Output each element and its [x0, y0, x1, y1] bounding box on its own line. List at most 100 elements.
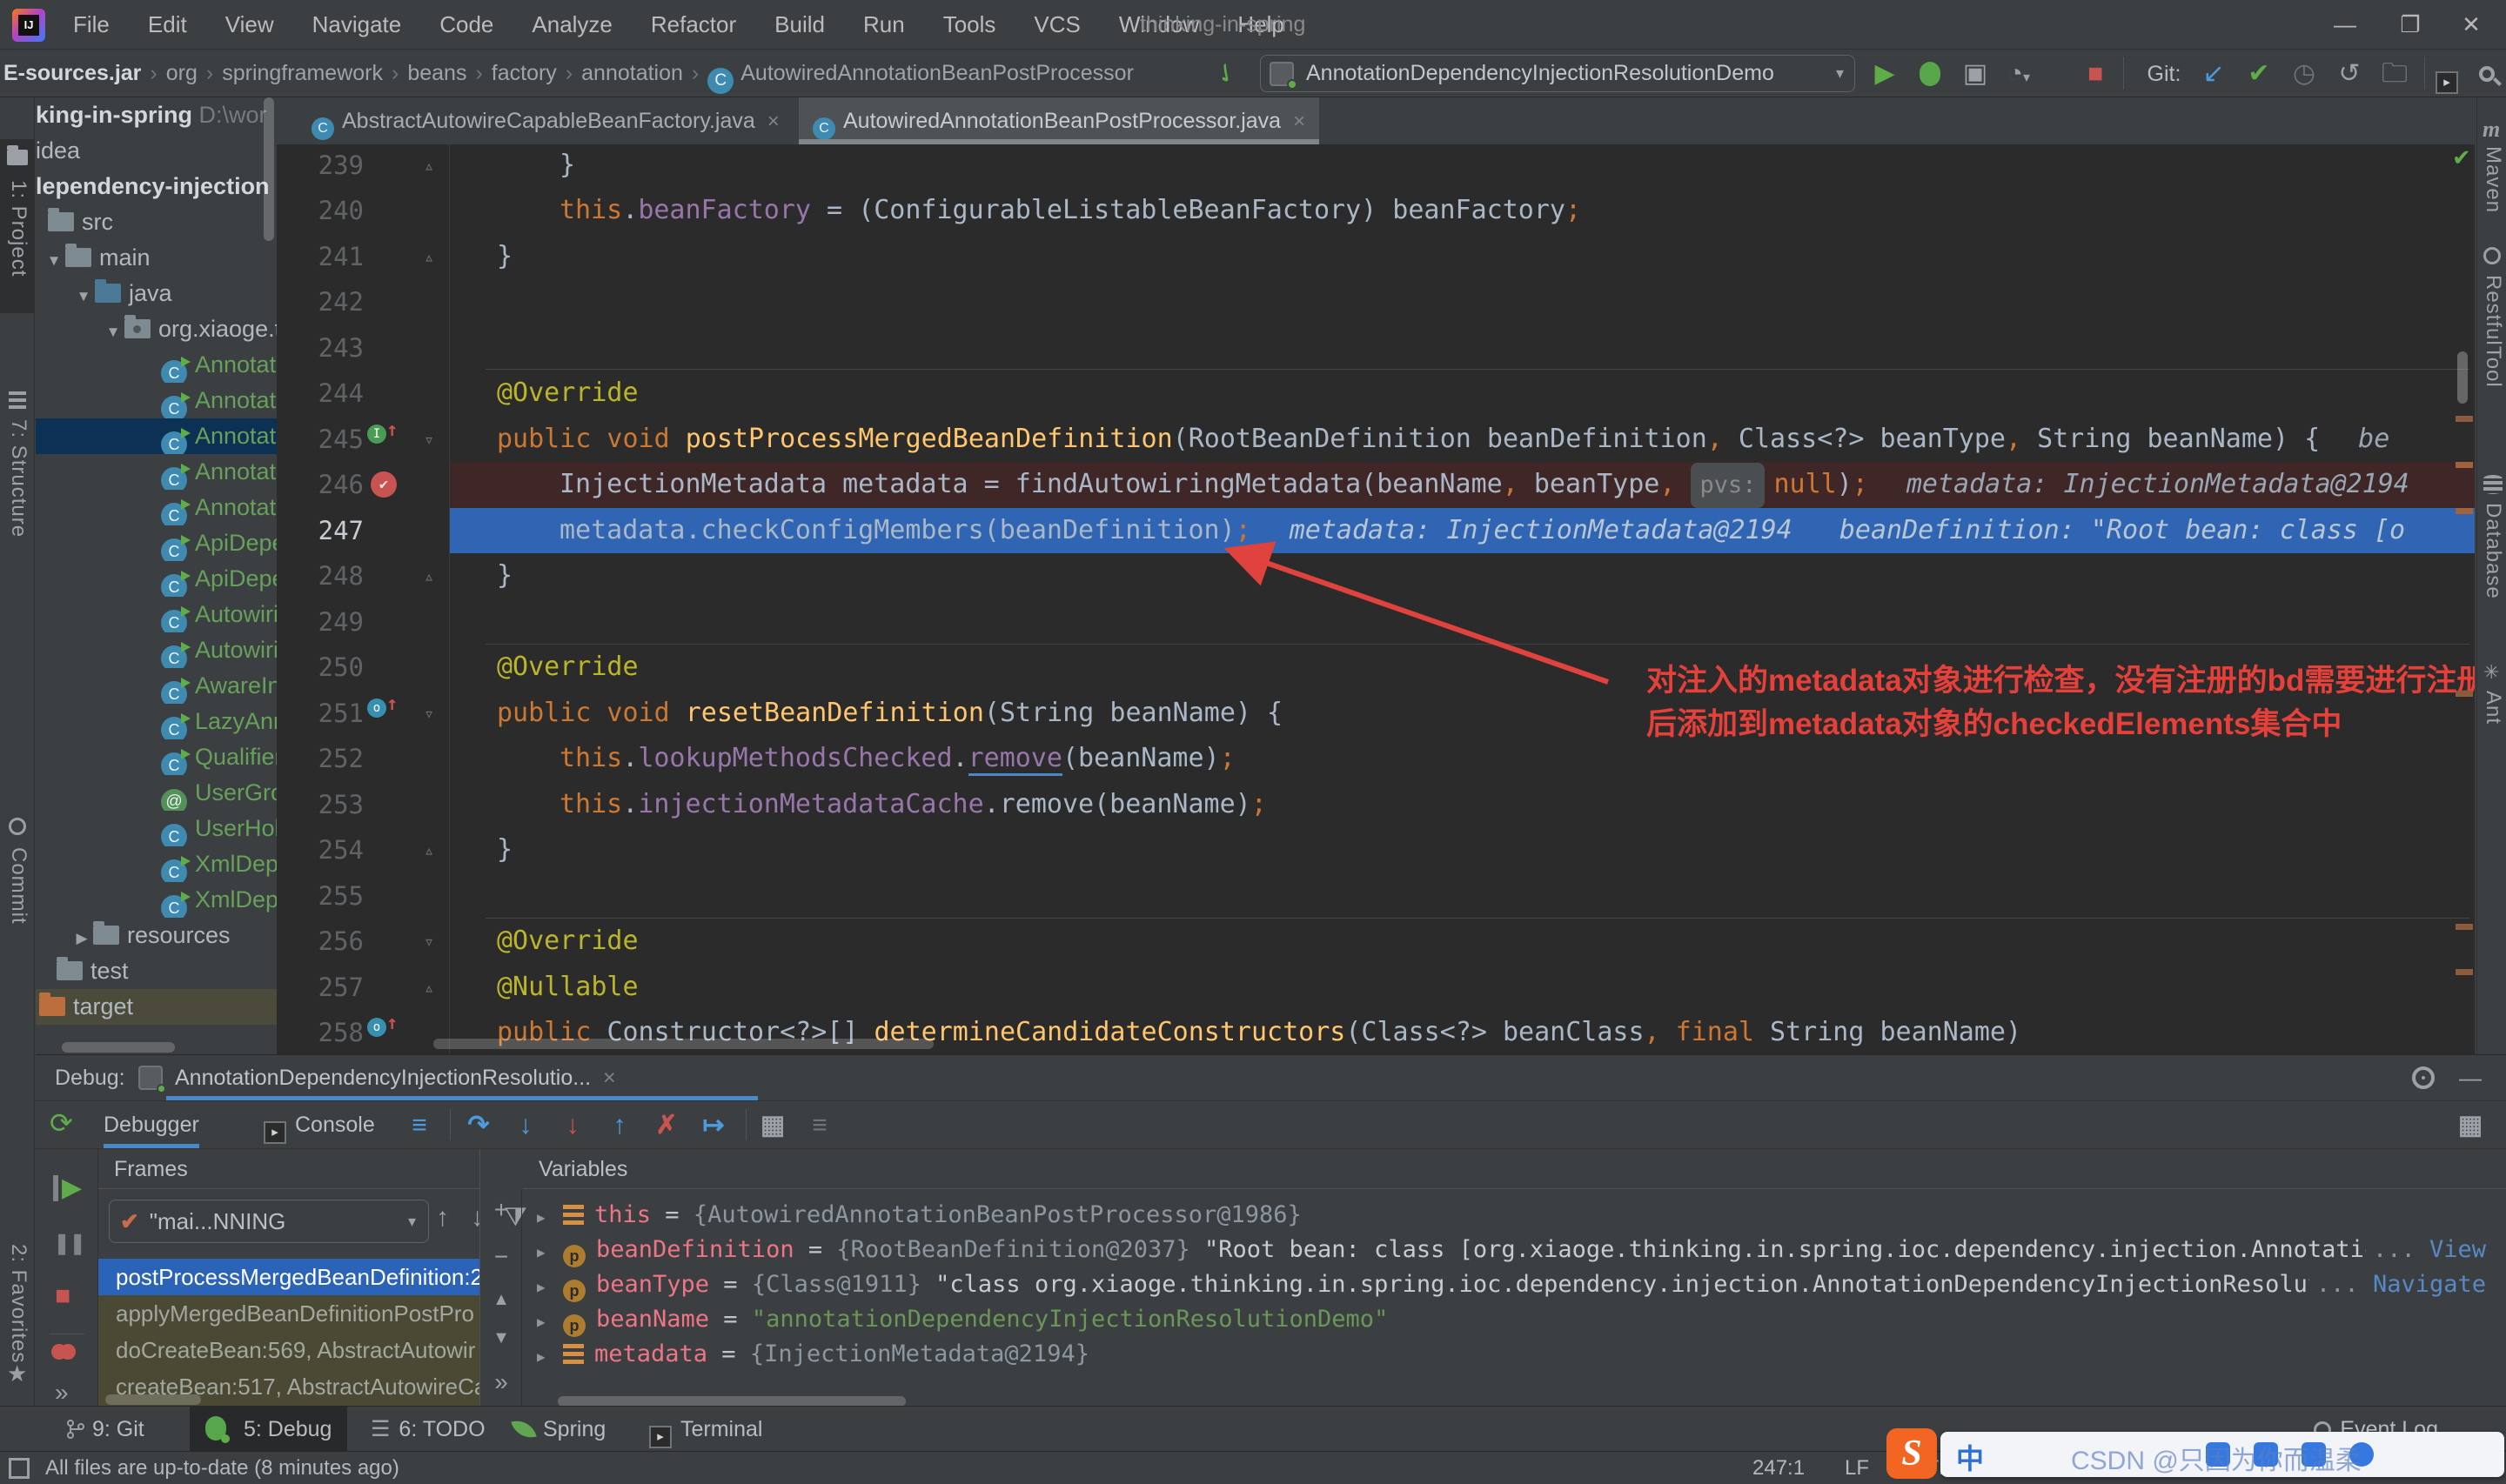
- tree-item-annotation[interactable]: @UserGrou: [36, 775, 277, 811]
- view-link[interactable]: View: [2429, 1236, 2486, 1263]
- tree-item-class[interactable]: CXmlDepe: [36, 846, 277, 882]
- stripe-mark[interactable]: [2456, 462, 2473, 468]
- variable-row-this[interactable]: ▶this = {AutowiredAnnotationBeanPostProc…: [537, 1198, 2486, 1233]
- tool-button-structure[interactable]: 7: Structure: [6, 419, 30, 538]
- project-vertical-scrollbar[interactable]: [264, 97, 274, 241]
- view-breakpoints-icon[interactable]: [51, 1344, 76, 1364]
- editor-tab-abstract-factory[interactable]: CAbstractAutowireCapableBeanFactory.java…: [298, 97, 794, 144]
- run-configuration-select[interactable]: AnnotationDependencyInjectionResolutionD…: [1260, 55, 1855, 92]
- line-number[interactable]: 240: [282, 188, 364, 233]
- step-into-icon[interactable]: ↓: [507, 1107, 544, 1144]
- frame-up-icon[interactable]: ↑: [436, 1203, 449, 1233]
- line-number[interactable]: 248: [282, 553, 364, 598]
- evaluate-expression-icon[interactable]: ▦: [754, 1107, 791, 1144]
- fold-marker-icon[interactable]: ▵: [416, 144, 442, 188]
- menu-navigate[interactable]: Navigate: [293, 0, 421, 50]
- breadcrumb-factory[interactable]: factory: [492, 61, 557, 85]
- caret-position[interactable]: 247:1: [1752, 1452, 1805, 1484]
- move-up-icon[interactable]: ▲: [480, 1290, 522, 1310]
- line-number[interactable]: 256: [282, 919, 364, 964]
- variable-row-beandefinition[interactable]: ▶pbeanDefinition = {RootBeanDefinition@2…: [537, 1233, 2486, 1267]
- more-icon[interactable]: »: [55, 1379, 69, 1407]
- toolwindow-toggle-icon[interactable]: [9, 1458, 30, 1479]
- variable-row-beantype[interactable]: ▶pbeanType = {Class@1911} "class org.xia…: [537, 1267, 2486, 1302]
- step-out-icon[interactable]: ↑: [601, 1107, 638, 1144]
- breakpoint-icon[interactable]: ✔: [371, 471, 397, 498]
- git-update-icon[interactable]: ↙: [2196, 57, 2231, 91]
- override-marker-icon[interactable]: I↑: [367, 417, 419, 444]
- stop-button[interactable]: ■: [2078, 57, 2113, 91]
- tree-item-class[interactable]: CAutowiri: [36, 632, 277, 668]
- breadcrumb-springframework[interactable]: springframework: [222, 61, 383, 85]
- stripe-mark[interactable]: [2456, 969, 2473, 975]
- rerun-icon[interactable]: ⟳: [50, 1106, 73, 1140]
- close-icon[interactable]: ×: [603, 1066, 616, 1090]
- line-number[interactable]: 246: [282, 462, 364, 507]
- line-number[interactable]: 243: [282, 325, 364, 371]
- line-number[interactable]: 251: [282, 691, 364, 736]
- tree-item-class-selected[interactable]: CAnnotati: [36, 418, 277, 454]
- menu-analyze[interactable]: Analyze: [513, 0, 632, 50]
- stack-frame-selected[interactable]: postProcessMergedBeanDefinition:2: [98, 1259, 479, 1295]
- trace-settings-icon[interactable]: ≡: [801, 1107, 838, 1144]
- run-anything-icon[interactable]: ▸: [2429, 57, 2464, 91]
- navigate-link[interactable]: Navigate: [2373, 1271, 2486, 1298]
- variable-row-beanname[interactable]: ▶pbeanName = "annotationDependencyInject…: [537, 1302, 2486, 1337]
- fold-marker-icon[interactable]: ▵: [416, 965, 442, 1010]
- line-number[interactable]: 247: [282, 508, 364, 553]
- code-editor[interactable]: 239▵} 240this.beanFactory = (Configurabl…: [277, 144, 2475, 1054]
- tree-item-class[interactable]: CAnnotati: [36, 490, 277, 525]
- line-number[interactable]: 252: [282, 736, 364, 781]
- tree-item-class[interactable]: CQualifier: [36, 739, 277, 775]
- close-icon[interactable]: ×: [1293, 110, 1305, 133]
- drop-frame-icon[interactable]: ✗: [648, 1107, 685, 1144]
- override-marker-icon[interactable]: o↑: [367, 1010, 419, 1037]
- override-marker-icon[interactable]: o↑: [367, 691, 419, 718]
- stripe-mark[interactable]: [2456, 691, 2473, 697]
- close-button[interactable]: ✕: [2441, 0, 2502, 50]
- breadcrumb-annotation[interactable]: annotation: [581, 61, 683, 85]
- tool-button-maven[interactable]: Maven: [2481, 146, 2505, 213]
- collapse-icon[interactable]: ▼: [72, 278, 95, 311]
- menu-run[interactable]: Run: [844, 0, 924, 50]
- expand-icon[interactable]: ▶: [537, 1235, 563, 1267]
- collapse-icon[interactable]: ▼: [102, 314, 124, 347]
- tool-button-debug[interactable]: 5: Debug: [190, 1407, 347, 1452]
- tree-item-idea[interactable]: idea: [36, 133, 277, 169]
- fold-marker-icon[interactable]: ▵: [416, 553, 442, 598]
- resume-icon[interactable]: ▶: [53, 1175, 82, 1201]
- tool-button-database[interactable]: Database: [2481, 503, 2505, 599]
- layout-icon[interactable]: ≡: [401, 1107, 438, 1144]
- menu-refactor[interactable]: Refactor: [632, 0, 755, 50]
- line-number[interactable]: 255: [282, 873, 364, 919]
- editor-tab-autowired-processor[interactable]: CAutowiredAnnotationBeanPostProcessor.ja…: [799, 97, 1319, 144]
- line-number[interactable]: 244: [282, 371, 364, 416]
- profiler-button[interactable]: ◔▾: [2001, 57, 2036, 91]
- line-number[interactable]: 245: [282, 417, 364, 462]
- tree-item-package[interactable]: ▼org.xiaoge.t: [36, 311, 277, 347]
- line-separator[interactable]: LF: [1845, 1452, 1869, 1484]
- force-step-into-icon[interactable]: ↓: [554, 1107, 591, 1144]
- fold-marker-icon[interactable]: ▿: [416, 417, 442, 462]
- line-number[interactable]: 254: [282, 827, 364, 872]
- coverage-button[interactable]: ▣: [1958, 57, 1993, 91]
- tree-item-module[interactable]: lependency-injection: [36, 169, 277, 204]
- expand-icon[interactable]: ▶: [537, 1200, 563, 1233]
- tool-button-spring[interactable]: Spring: [498, 1407, 621, 1452]
- tree-item-class[interactable]: CAnnotati: [36, 383, 277, 418]
- tree-item-java[interactable]: ▼java: [36, 276, 277, 311]
- thread-select[interactable]: ✔"mai...NNING▾: [109, 1200, 429, 1243]
- tree-item-class[interactable]: CAnnotati: [36, 347, 277, 383]
- stop-icon[interactable]: ■: [55, 1281, 70, 1311]
- debug-session-tab[interactable]: AnnotationDependencyInjectionResolutio..…: [175, 1055, 616, 1100]
- menu-edit[interactable]: Edit: [129, 0, 206, 50]
- stripe-mark[interactable]: [2456, 508, 2473, 514]
- rollback-icon[interactable]: ↺: [2332, 57, 2367, 91]
- menu-build[interactable]: Build: [755, 0, 844, 50]
- tree-item-class[interactable]: CApiDepe: [36, 561, 277, 597]
- tool-button-commit[interactable]: Commit: [6, 847, 30, 925]
- tool-button-git[interactable]: 9: Git: [50, 1407, 160, 1452]
- tree-item-class[interactable]: CApiDepe: [36, 525, 277, 561]
- tree-item-target[interactable]: target: [36, 989, 277, 1025]
- line-number[interactable]: 253: [282, 782, 364, 827]
